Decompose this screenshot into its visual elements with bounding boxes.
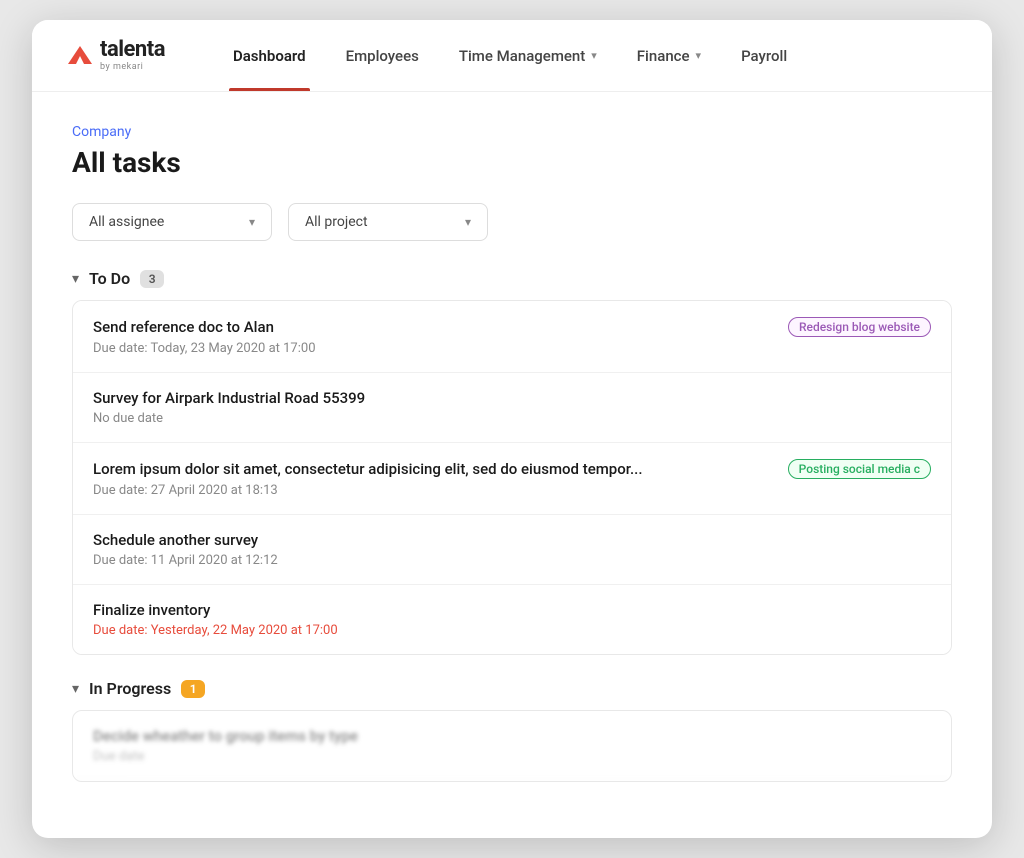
task-name: Lorem ipsum dolor sit amet, consectetur … [93, 460, 776, 478]
todo-count-badge: 3 [140, 270, 164, 288]
finance-caret: ▾ [696, 49, 702, 62]
task-due: Due date: Today, 23 May 2020 at 17:00 [93, 341, 931, 356]
assignee-filter[interactable]: All assignee ▾ [72, 203, 272, 241]
talenta-logo-icon [64, 42, 92, 70]
project-caret-icon: ▾ [465, 215, 471, 229]
main-content: Company All tasks All assignee ▾ All pro… [32, 92, 992, 838]
breadcrumb[interactable]: Company [72, 124, 952, 140]
time-management-caret: ▾ [591, 49, 597, 62]
nav-item-employees[interactable]: Employees [326, 20, 439, 91]
logo-sub: by mekari [100, 63, 165, 72]
todo-section-title: To Do [89, 269, 130, 288]
in-progress-task-list: Decide wheather to group items by type D… [72, 710, 952, 782]
task-item-blurred: Decide wheather to group items by type D… [73, 711, 951, 781]
task-item[interactable]: Finalize inventory Due date: Yesterday, … [73, 585, 951, 654]
task-item[interactable]: Send reference doc to Alan Redesign blog… [73, 301, 951, 373]
task-tag: Redesign blog website [788, 317, 931, 337]
in-progress-chevron-icon: ▾ [72, 681, 79, 697]
task-name: Send reference doc to Alan [93, 318, 776, 336]
app-window: talenta by mekari Dashboard Employees Ti… [32, 20, 992, 838]
task-name: Finalize inventory [93, 601, 931, 619]
task-tag: Posting social media c [788, 459, 931, 479]
task-item[interactable]: Schedule another survey Due date: 11 Apr… [73, 515, 951, 585]
task-due: Due date: 27 April 2020 at 18:13 [93, 483, 931, 498]
nav-item-time-management[interactable]: Time Management ▾ [439, 20, 617, 91]
project-filter-label: All project [305, 214, 368, 230]
task-due: Due date [93, 749, 931, 764]
filters-row: All assignee ▾ All project ▾ [72, 203, 952, 241]
assignee-filter-label: All assignee [89, 214, 164, 230]
task-item[interactable]: Survey for Airpark Industrial Road 55399… [73, 373, 951, 443]
nav-item-finance[interactable]: Finance ▾ [617, 20, 721, 91]
top-nav: talenta by mekari Dashboard Employees Ti… [32, 20, 992, 92]
task-name: Decide wheather to group items by type [93, 727, 931, 745]
logo: talenta by mekari [64, 39, 165, 72]
nav-item-dashboard[interactable]: Dashboard [213, 20, 326, 91]
in-progress-section-header[interactable]: ▾ In Progress 1 [72, 679, 952, 698]
nav-item-payroll[interactable]: Payroll [721, 20, 807, 91]
logo-name: talenta [100, 39, 165, 61]
project-filter[interactable]: All project ▾ [288, 203, 488, 241]
task-due: Due date: 11 April 2020 at 12:12 [93, 553, 931, 568]
task-name: Survey for Airpark Industrial Road 55399 [93, 389, 931, 407]
nav-items: Dashboard Employees Time Management ▾ Fi… [213, 20, 807, 91]
in-progress-count-badge: 1 [181, 680, 205, 698]
todo-chevron-icon: ▾ [72, 271, 79, 287]
in-progress-section-title: In Progress [89, 679, 171, 698]
task-due: No due date [93, 411, 931, 426]
task-name: Schedule another survey [93, 531, 931, 549]
page-title: All tasks [72, 146, 952, 179]
assignee-caret-icon: ▾ [249, 215, 255, 229]
task-item[interactable]: Lorem ipsum dolor sit amet, consectetur … [73, 443, 951, 515]
todo-section-header[interactable]: ▾ To Do 3 [72, 269, 952, 288]
todo-task-list: Send reference doc to Alan Redesign blog… [72, 300, 952, 655]
task-due-overdue: Due date: Yesterday, 22 May 2020 at 17:0… [93, 623, 931, 638]
